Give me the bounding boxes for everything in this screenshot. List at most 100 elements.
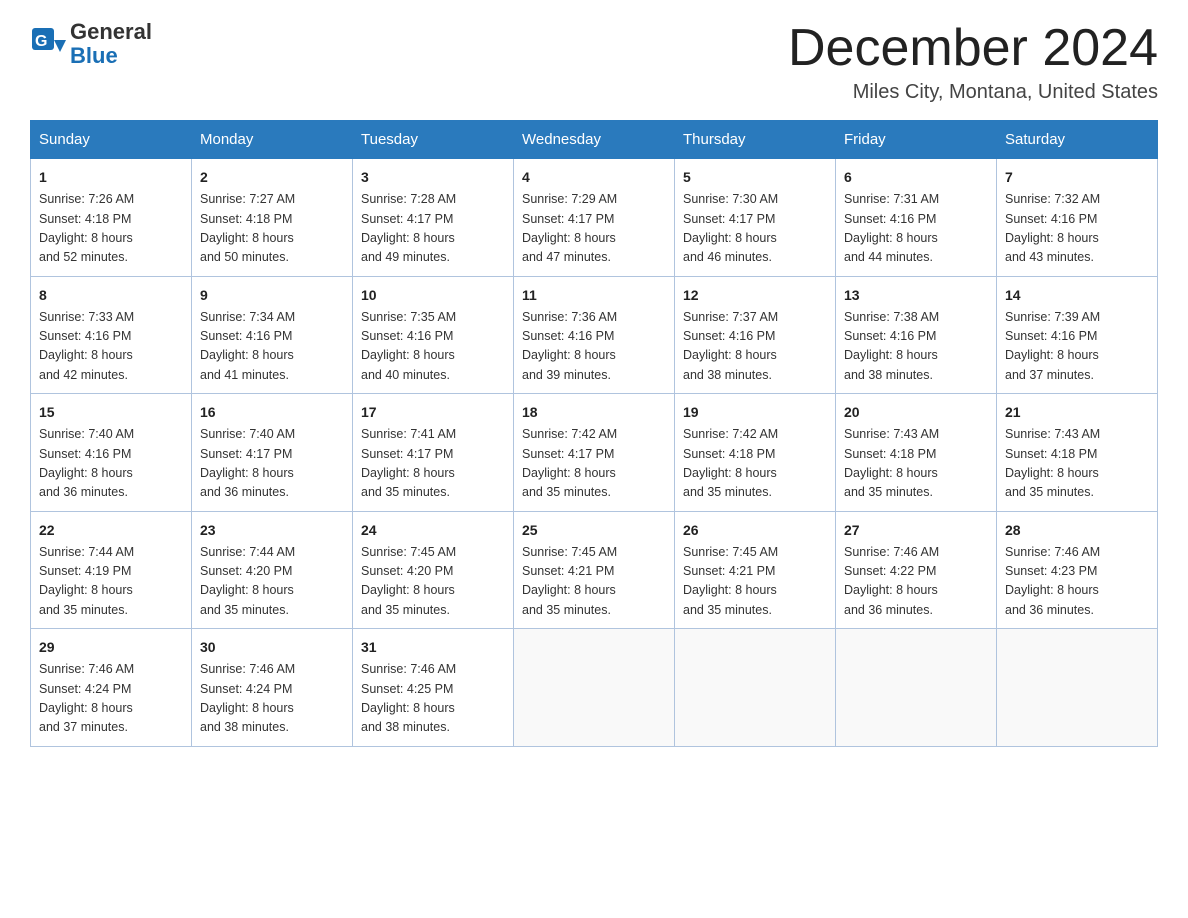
day-number: 1: [39, 167, 183, 188]
day-number: 25: [522, 520, 666, 541]
logo: G General Blue: [30, 20, 152, 68]
calendar-cell: 26Sunrise: 7:45 AMSunset: 4:21 PMDayligh…: [675, 511, 836, 629]
calendar-cell: 17Sunrise: 7:41 AMSunset: 4:17 PMDayligh…: [353, 394, 514, 512]
day-number: 20: [844, 402, 988, 423]
day-number: 3: [361, 167, 505, 188]
calendar-cell: 13Sunrise: 7:38 AMSunset: 4:16 PMDayligh…: [836, 276, 997, 394]
day-number: 17: [361, 402, 505, 423]
day-info: Sunrise: 7:41 AMSunset: 4:17 PMDaylight:…: [361, 425, 505, 503]
calendar-cell: 9Sunrise: 7:34 AMSunset: 4:16 PMDaylight…: [192, 276, 353, 394]
day-info: Sunrise: 7:40 AMSunset: 4:16 PMDaylight:…: [39, 425, 183, 503]
calendar-cell: 6Sunrise: 7:31 AMSunset: 4:16 PMDaylight…: [836, 159, 997, 277]
day-number: 12: [683, 285, 827, 306]
month-title: December 2024: [788, 20, 1158, 77]
day-number: 21: [1005, 402, 1149, 423]
calendar-cell: 29Sunrise: 7:46 AMSunset: 4:24 PMDayligh…: [31, 629, 192, 747]
calendar-cell: [675, 629, 836, 747]
logo-icon: G: [30, 26, 66, 62]
day-info: Sunrise: 7:42 AMSunset: 4:18 PMDaylight:…: [683, 425, 827, 503]
day-info: Sunrise: 7:45 AMSunset: 4:20 PMDaylight:…: [361, 543, 505, 621]
day-info: Sunrise: 7:30 AMSunset: 4:17 PMDaylight:…: [683, 190, 827, 268]
day-info: Sunrise: 7:44 AMSunset: 4:20 PMDaylight:…: [200, 543, 344, 621]
calendar-cell: 2Sunrise: 7:27 AMSunset: 4:18 PMDaylight…: [192, 159, 353, 277]
day-info: Sunrise: 7:46 AMSunset: 4:23 PMDaylight:…: [1005, 543, 1149, 621]
day-info: Sunrise: 7:32 AMSunset: 4:16 PMDaylight:…: [1005, 190, 1149, 268]
calendar-cell: 19Sunrise: 7:42 AMSunset: 4:18 PMDayligh…: [675, 394, 836, 512]
header-row: Sunday Monday Tuesday Wednesday Thursday…: [31, 121, 1158, 159]
day-info: Sunrise: 7:35 AMSunset: 4:16 PMDaylight:…: [361, 308, 505, 386]
day-info: Sunrise: 7:40 AMSunset: 4:17 PMDaylight:…: [200, 425, 344, 503]
col-thursday: Thursday: [675, 121, 836, 159]
calendar-cell: 4Sunrise: 7:29 AMSunset: 4:17 PMDaylight…: [514, 159, 675, 277]
calendar-cell: 15Sunrise: 7:40 AMSunset: 4:16 PMDayligh…: [31, 394, 192, 512]
day-number: 14: [1005, 285, 1149, 306]
day-info: Sunrise: 7:36 AMSunset: 4:16 PMDaylight:…: [522, 308, 666, 386]
day-info: Sunrise: 7:43 AMSunset: 4:18 PMDaylight:…: [1005, 425, 1149, 503]
week-row-4: 22Sunrise: 7:44 AMSunset: 4:19 PMDayligh…: [31, 511, 1158, 629]
calendar-cell: 22Sunrise: 7:44 AMSunset: 4:19 PMDayligh…: [31, 511, 192, 629]
day-info: Sunrise: 7:38 AMSunset: 4:16 PMDaylight:…: [844, 308, 988, 386]
logo-general: General: [70, 19, 152, 44]
calendar-cell: 20Sunrise: 7:43 AMSunset: 4:18 PMDayligh…: [836, 394, 997, 512]
col-wednesday: Wednesday: [514, 121, 675, 159]
col-tuesday: Tuesday: [353, 121, 514, 159]
day-number: 24: [361, 520, 505, 541]
day-info: Sunrise: 7:43 AMSunset: 4:18 PMDaylight:…: [844, 425, 988, 503]
calendar-cell: [997, 629, 1158, 747]
calendar-cell: 1Sunrise: 7:26 AMSunset: 4:18 PMDaylight…: [31, 159, 192, 277]
col-friday: Friday: [836, 121, 997, 159]
week-row-5: 29Sunrise: 7:46 AMSunset: 4:24 PMDayligh…: [31, 629, 1158, 747]
calendar-cell: 30Sunrise: 7:46 AMSunset: 4:24 PMDayligh…: [192, 629, 353, 747]
calendar-cell: 14Sunrise: 7:39 AMSunset: 4:16 PMDayligh…: [997, 276, 1158, 394]
day-info: Sunrise: 7:26 AMSunset: 4:18 PMDaylight:…: [39, 190, 183, 268]
col-saturday: Saturday: [997, 121, 1158, 159]
day-number: 9: [200, 285, 344, 306]
day-number: 23: [200, 520, 344, 541]
week-row-1: 1Sunrise: 7:26 AMSunset: 4:18 PMDaylight…: [31, 159, 1158, 277]
calendar-cell: 3Sunrise: 7:28 AMSunset: 4:17 PMDaylight…: [353, 159, 514, 277]
day-number: 28: [1005, 520, 1149, 541]
day-number: 19: [683, 402, 827, 423]
day-number: 31: [361, 637, 505, 658]
calendar-cell: [836, 629, 997, 747]
calendar-cell: 11Sunrise: 7:36 AMSunset: 4:16 PMDayligh…: [514, 276, 675, 394]
day-number: 16: [200, 402, 344, 423]
logo-blue: Blue: [70, 43, 118, 68]
calendar-cell: 12Sunrise: 7:37 AMSunset: 4:16 PMDayligh…: [675, 276, 836, 394]
calendar-cell: 18Sunrise: 7:42 AMSunset: 4:17 PMDayligh…: [514, 394, 675, 512]
col-sunday: Sunday: [31, 121, 192, 159]
week-row-2: 8Sunrise: 7:33 AMSunset: 4:16 PMDaylight…: [31, 276, 1158, 394]
day-info: Sunrise: 7:45 AMSunset: 4:21 PMDaylight:…: [683, 543, 827, 621]
day-number: 27: [844, 520, 988, 541]
day-number: 4: [522, 167, 666, 188]
calendar-cell: 27Sunrise: 7:46 AMSunset: 4:22 PMDayligh…: [836, 511, 997, 629]
calendar-cell: 28Sunrise: 7:46 AMSunset: 4:23 PMDayligh…: [997, 511, 1158, 629]
day-number: 10: [361, 285, 505, 306]
calendar-cell: 10Sunrise: 7:35 AMSunset: 4:16 PMDayligh…: [353, 276, 514, 394]
day-info: Sunrise: 7:45 AMSunset: 4:21 PMDaylight:…: [522, 543, 666, 621]
day-info: Sunrise: 7:46 AMSunset: 4:24 PMDaylight:…: [39, 660, 183, 738]
day-info: Sunrise: 7:39 AMSunset: 4:16 PMDaylight:…: [1005, 308, 1149, 386]
calendar-cell: [514, 629, 675, 747]
calendar-cell: 31Sunrise: 7:46 AMSunset: 4:25 PMDayligh…: [353, 629, 514, 747]
calendar-header: Sunday Monday Tuesday Wednesday Thursday…: [31, 121, 1158, 159]
day-info: Sunrise: 7:34 AMSunset: 4:16 PMDaylight:…: [200, 308, 344, 386]
calendar-cell: 21Sunrise: 7:43 AMSunset: 4:18 PMDayligh…: [997, 394, 1158, 512]
day-number: 13: [844, 285, 988, 306]
location-title: Miles City, Montana, United States: [788, 81, 1158, 104]
calendar-cell: 7Sunrise: 7:32 AMSunset: 4:16 PMDaylight…: [997, 159, 1158, 277]
calendar-cell: 5Sunrise: 7:30 AMSunset: 4:17 PMDaylight…: [675, 159, 836, 277]
day-number: 29: [39, 637, 183, 658]
day-number: 30: [200, 637, 344, 658]
day-info: Sunrise: 7:46 AMSunset: 4:25 PMDaylight:…: [361, 660, 505, 738]
day-number: 15: [39, 402, 183, 423]
calendar-cell: 24Sunrise: 7:45 AMSunset: 4:20 PMDayligh…: [353, 511, 514, 629]
day-info: Sunrise: 7:31 AMSunset: 4:16 PMDaylight:…: [844, 190, 988, 268]
day-number: 5: [683, 167, 827, 188]
svg-text:G: G: [35, 33, 47, 50]
calendar-table: Sunday Monday Tuesday Wednesday Thursday…: [30, 120, 1158, 747]
calendar-cell: 8Sunrise: 7:33 AMSunset: 4:16 PMDaylight…: [31, 276, 192, 394]
day-info: Sunrise: 7:27 AMSunset: 4:18 PMDaylight:…: [200, 190, 344, 268]
day-info: Sunrise: 7:42 AMSunset: 4:17 PMDaylight:…: [522, 425, 666, 503]
day-number: 7: [1005, 167, 1149, 188]
